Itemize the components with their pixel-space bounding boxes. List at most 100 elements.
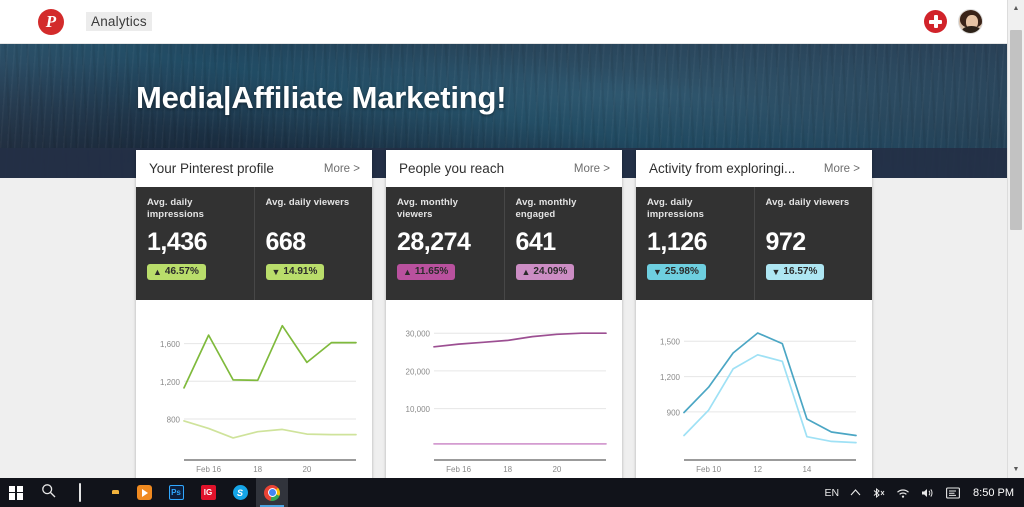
status-badge: ▼ 16.57% xyxy=(765,264,825,280)
svg-text:20: 20 xyxy=(302,465,311,474)
ig-icon: IG xyxy=(200,485,216,500)
status-badge: ▲ 24.09% xyxy=(515,264,575,280)
svg-text:1,600: 1,600 xyxy=(160,340,181,349)
pinterest-logo-icon[interactable]: P xyxy=(38,8,64,35)
task-view-icon xyxy=(79,482,81,502)
svg-text:900: 900 xyxy=(667,408,681,417)
metric-block: Avg. daily impressions 1,436 ▲ 46.57% xyxy=(136,187,254,300)
plus-icon[interactable] xyxy=(924,10,947,33)
status-badge: ▼ 14.91% xyxy=(265,264,325,280)
svg-text:1,200: 1,200 xyxy=(660,373,681,382)
media-player-button[interactable] xyxy=(128,478,160,507)
metric-block: Avg. daily viewers 668 ▼ 14.91% xyxy=(253,187,373,300)
svg-text:Feb 16: Feb 16 xyxy=(446,465,471,474)
metric-label: Avg. monthly viewers xyxy=(397,197,459,220)
metric-chart: 1,600 1,200 800 Feb 16 18 20 xyxy=(136,300,372,480)
top-navigation-bar: P Analytics xyxy=(0,0,1007,44)
metric-change: 14.91% xyxy=(283,266,318,277)
app-root: P Analytics Media|Affiliate Marketing! Y… xyxy=(0,0,1024,507)
card-title: Activity from exploringi... xyxy=(649,161,796,176)
metric-change: 25.98% xyxy=(664,266,699,277)
metric-block: Avg. daily viewers 972 ▼ 16.57% xyxy=(753,187,873,300)
arrow-up-icon: ▲ xyxy=(521,266,531,277)
windows-taskbar: Ps IG S EN 8:50 PM xyxy=(0,478,1024,507)
card-more-link[interactable]: More > xyxy=(574,163,610,175)
photoshop-icon: Ps xyxy=(168,485,184,500)
taskbar-app-list: Ps IG S xyxy=(0,478,288,507)
svg-text:10,000: 10,000 xyxy=(406,405,431,414)
svg-text:20: 20 xyxy=(552,465,561,474)
metric-label: Avg. daily impressions xyxy=(147,197,205,220)
scrollbar-down-arrow-icon[interactable]: ▼ xyxy=(1008,461,1024,478)
metric-value: 641 xyxy=(515,228,557,256)
status-badge: ▲ 46.57% xyxy=(147,264,206,280)
analytics-card: Activity from exploringi... More > Avg. da… xyxy=(636,150,872,480)
metric-row: Avg. daily impressions 1,436 ▲ 46.57% Avg. d… xyxy=(136,187,372,300)
show-hidden-icons-chevron-icon[interactable] xyxy=(850,488,861,497)
photoshop-button[interactable]: Ps xyxy=(160,478,192,507)
windows-logo-icon xyxy=(9,485,23,500)
chrome-icon xyxy=(264,484,280,501)
nav-right-group xyxy=(924,9,983,34)
arrow-down-icon: ▼ xyxy=(771,266,781,277)
media-play-icon xyxy=(136,485,152,500)
card-title: Your Pinterest profile xyxy=(149,161,274,176)
taskbar-clock[interactable]: 8:50 PM xyxy=(973,487,1014,499)
metric-change: 16.57% xyxy=(783,266,818,277)
card-title: People you reach xyxy=(399,161,505,176)
metric-label: Avg. daily viewers xyxy=(265,197,350,208)
metric-label: Avg. daily impressions xyxy=(647,197,705,220)
analytics-card-row: Your Pinterest profile More > Avg. daily i… xyxy=(136,150,872,480)
status-badge: ▲ 11.65% xyxy=(397,264,456,280)
svg-text:1,200: 1,200 xyxy=(160,378,181,387)
scrollbar-up-arrow-icon[interactable]: ▲ xyxy=(1008,0,1024,17)
svg-text:18: 18 xyxy=(503,465,512,474)
page-title: Media|Affiliate Marketing! xyxy=(136,80,507,115)
volume-icon[interactable] xyxy=(921,487,935,499)
wifi-icon[interactable] xyxy=(896,487,910,499)
metric-change: 11.65% xyxy=(414,266,449,277)
svg-text:800: 800 xyxy=(167,416,181,425)
scrollbar-thumb[interactable] xyxy=(1010,30,1022,230)
avatar-body xyxy=(962,26,981,33)
task-view-button[interactable] xyxy=(64,478,96,507)
arrow-up-icon: ▲ xyxy=(403,266,412,277)
status-badge: ▼ 25.98% xyxy=(647,264,706,280)
metric-chart: 30,000 20,000 10,000 Feb 16 18 20 xyxy=(386,300,622,480)
system-tray: EN 8:50 PM xyxy=(824,487,1024,499)
ig-button[interactable]: IG xyxy=(192,478,224,507)
metric-block: Avg. monthly viewers 28,274 ▲ 11.65% xyxy=(386,187,504,300)
metric-value: 668 xyxy=(265,228,307,256)
nav-analytics-label[interactable]: Analytics xyxy=(86,12,152,31)
card-header: People you reach More > xyxy=(386,150,622,187)
metric-label: Avg. monthly engaged xyxy=(515,197,577,220)
svg-text:14: 14 xyxy=(802,465,811,474)
card-header: Your Pinterest profile More > xyxy=(136,150,372,187)
search-icon xyxy=(41,483,56,503)
metric-value: 1,126 xyxy=(647,228,708,256)
analytics-card: People you reach More > Avg. monthly viewe… xyxy=(386,150,622,480)
page-scrollbar[interactable]: ▲ ▼ xyxy=(1007,0,1024,478)
metric-block: Avg. monthly engaged 641 ▲ 24.09% xyxy=(503,187,623,300)
language-indicator[interactable]: EN xyxy=(824,487,839,499)
skype-icon: S xyxy=(232,485,248,500)
skype-button[interactable]: S xyxy=(224,478,256,507)
file-explorer-button[interactable] xyxy=(96,478,128,507)
metric-change: 24.09% xyxy=(533,266,568,277)
chrome-button[interactable] xyxy=(256,478,288,507)
arrow-up-icon: ▲ xyxy=(153,266,162,277)
metric-label: Avg. daily viewers xyxy=(765,197,850,208)
avatar[interactable] xyxy=(958,9,983,34)
svg-text:Feb 16: Feb 16 xyxy=(196,465,221,474)
search-button[interactable] xyxy=(32,478,64,507)
action-center-icon[interactable] xyxy=(946,486,960,499)
metric-chart: 1,500 1,200 900 Feb 10 12 14 xyxy=(636,300,872,480)
card-more-link[interactable]: More > xyxy=(324,163,360,175)
metric-row: Avg. daily impressions 1,126 ▼ 25.98% Avg. d… xyxy=(636,187,872,300)
card-more-link[interactable]: More > xyxy=(824,163,860,175)
bluetooth-muted-icon[interactable] xyxy=(872,487,885,499)
card-header: Activity from exploringi... More > xyxy=(636,150,872,187)
metric-change: 46.57% xyxy=(164,266,199,277)
start-button[interactable] xyxy=(0,478,32,507)
arrow-down-icon: ▼ xyxy=(271,266,281,277)
